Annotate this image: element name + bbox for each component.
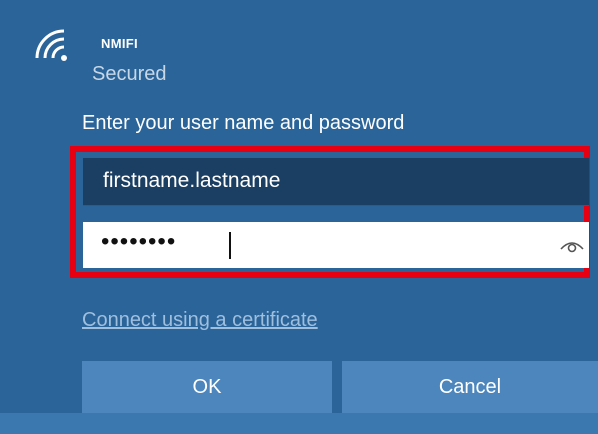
password-field[interactable]: •••••••• — [83, 222, 589, 268]
wifi-login-panel: NMIFI Secured Enter your user name and p… — [0, 0, 598, 434]
password-value: •••••••• — [101, 228, 177, 255]
ok-button[interactable]: OK — [82, 361, 332, 413]
username-value: firstname.lastname — [103, 169, 281, 192]
credentials-prompt: Enter your user name and password — [82, 112, 405, 134]
network-name: NMIFI — [101, 36, 138, 51]
username-field[interactable]: firstname.lastname — [83, 158, 589, 206]
bottom-strip — [0, 413, 598, 434]
connect-certificate-link[interactable]: Connect using a certificate — [82, 309, 318, 332]
wifi-icon — [30, 24, 74, 68]
eye-icon[interactable] — [559, 235, 585, 255]
text-caret — [229, 232, 231, 259]
cancel-button[interactable]: Cancel — [342, 361, 598, 413]
network-status: Secured — [92, 63, 167, 85]
